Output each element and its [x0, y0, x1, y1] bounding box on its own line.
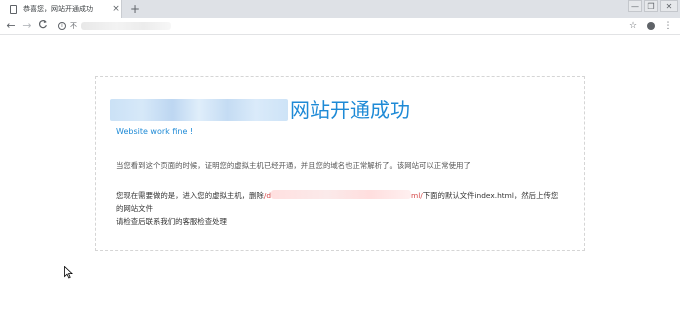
- forward-button[interactable]: →: [21, 19, 33, 33]
- tab-active[interactable]: 恭喜您，网站开通成功 ×: [0, 0, 122, 18]
- page-content: 网站开通成功 Website work fine ! 当您看到这个页面的时候，证…: [0, 35, 680, 336]
- domain-obscured: [110, 99, 288, 121]
- instructions-line-2: 的网站文件: [116, 204, 153, 213]
- instructions-suffix: 下面的默认文件index.html，然后上传您: [422, 191, 559, 200]
- page-title: 网站开通成功: [110, 95, 410, 125]
- reload-button[interactable]: [37, 19, 49, 33]
- account-button[interactable]: [646, 20, 656, 32]
- path-start: /d: [263, 191, 272, 200]
- menu-button[interactable]: ⋮: [663, 20, 673, 32]
- new-tab-button[interactable]: +: [128, 1, 142, 17]
- instructions-line-1: 您现在需要做的是，进入您的虚拟主机，删除/d ml/下面的默认文件index.ht…: [116, 189, 586, 202]
- tab-strip: 恭喜您，网站开通成功 × + — ❐ ✕: [0, 0, 680, 18]
- reload-icon: [38, 20, 47, 29]
- browser-window: 恭喜您，网站开通成功 × + — ❐ ✕ ← → i 不 ☆ ⋮ 网站开通成功 …: [0, 0, 680, 336]
- minimize-button[interactable]: —: [628, 0, 642, 12]
- account-icon: [647, 22, 655, 30]
- status-paragraph: 当您看到这个页面的时候，证明您的虚拟主机已经开通，并且您的域名也正常解析了。该网…: [116, 161, 471, 170]
- close-window-button[interactable]: ✕: [660, 0, 678, 12]
- browser-toolbar: ← → i 不 ☆ ⋮: [0, 18, 680, 35]
- page-icon: [10, 4, 17, 14]
- bookmark-star-icon[interactable]: ☆: [628, 20, 638, 32]
- close-tab-icon[interactable]: ×: [111, 4, 121, 14]
- page-title-text: 网站开通成功: [290, 98, 410, 122]
- maximize-button[interactable]: ❐: [644, 0, 658, 12]
- info-icon[interactable]: i: [58, 22, 66, 30]
- path-obscured: [271, 190, 412, 199]
- url-obscured: [81, 22, 171, 30]
- tab-title: 恭喜您，网站开通成功: [23, 5, 93, 13]
- instructions-line-3: 请检查后联系我们的客服检查处理: [116, 217, 227, 226]
- success-card: 网站开通成功 Website work fine ! 当您看到这个页面的时候，证…: [95, 76, 585, 251]
- instructions-prefix: 您现在需要做的是，进入您的虚拟主机，删除: [116, 191, 264, 200]
- subtitle: Website work fine !: [116, 127, 194, 136]
- instructions-paragraph: 您现在需要做的是，进入您的虚拟主机，删除/d ml/下面的默认文件index.ht…: [116, 189, 586, 228]
- address-bar[interactable]: i 不: [54, 20, 616, 32]
- back-button[interactable]: ←: [5, 19, 17, 33]
- security-label: 不: [70, 22, 77, 30]
- path-end: ml/: [411, 191, 423, 200]
